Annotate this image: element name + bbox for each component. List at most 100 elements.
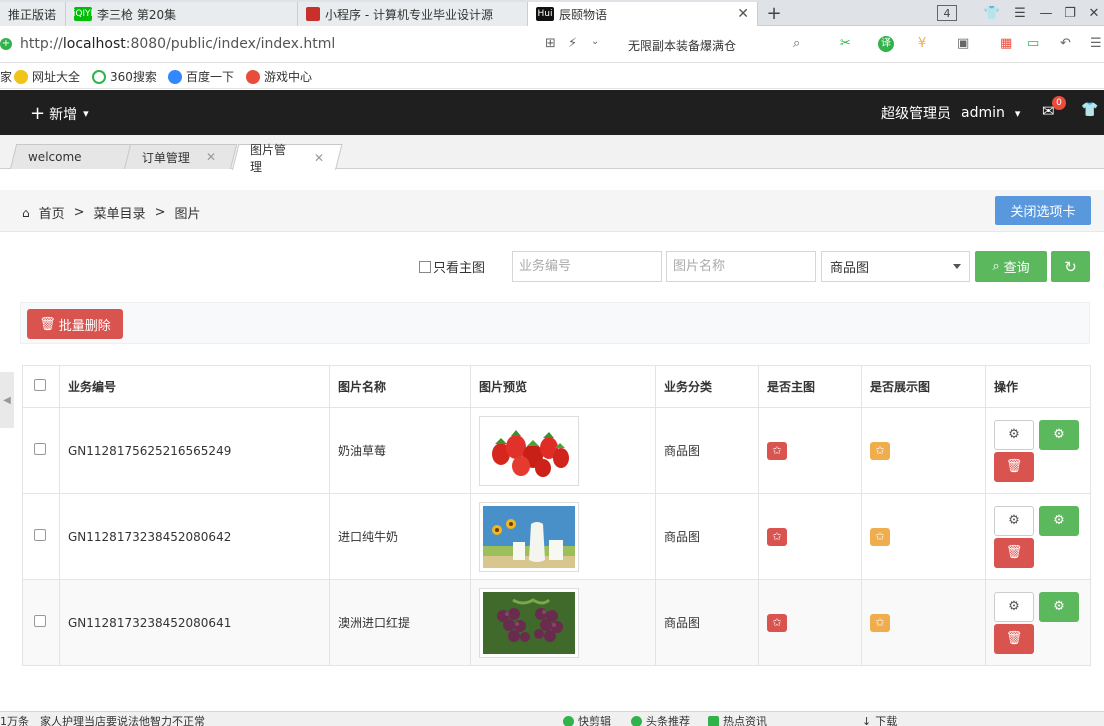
browser-status-bar: 1万条 家人护理当店要说法他智力不正常 快剪辑 头条推荐 热点资讯 ↓ 下载 [0, 711, 1104, 726]
delete-button[interactable]: 🗑 [994, 537, 1034, 568]
strawberry-thumbnail[interactable] [479, 415, 579, 486]
bulk-delete-button[interactable]: 🗑 批量删除 [27, 309, 123, 339]
browser-tab-3[interactable]: 小程序 - 计算机专业毕业设计源 [298, 2, 528, 26]
delete-button[interactable]: 🗑 [994, 451, 1034, 482]
url-field[interactable]: http://localhost:8080/public/index/index… [20, 36, 335, 52]
top-nav: + 新增 ▾ 超级管理员 admin ▾ ✉ 👕 [0, 90, 1104, 135]
window-close-icon[interactable]: ✕ [1084, 3, 1104, 23]
config-button[interactable]: ⚙ [1039, 505, 1079, 536]
bookmark-label: 360搜索 [110, 70, 157, 84]
search-icon[interactable]: ⌕ [793, 36, 800, 51]
search-button[interactable]: ⌕ 查询 [975, 251, 1047, 282]
theme-icon[interactable]: 👕 [1081, 102, 1098, 118]
search-icon: ⌕ [992, 259, 1000, 274]
grape-thumbnail[interactable] [479, 587, 579, 658]
status-hot-news[interactable]: 热点资讯 [708, 713, 767, 726]
translate-icon[interactable]: 译 [878, 36, 894, 52]
settings-button[interactable]: ⚙ [994, 505, 1034, 536]
user-role: 超级管理员 [881, 106, 951, 122]
strawberry-image [483, 419, 575, 482]
status-headlines[interactable]: 头条推荐 [631, 713, 690, 726]
close-icon[interactable]: ✕ [314, 151, 324, 165]
scissors-icon[interactable]: ✂ [840, 36, 851, 51]
header-category[interactable]: 业务分类 [655, 365, 759, 408]
undo-icon[interactable]: ↶ [1060, 36, 1071, 51]
close-tabs-button[interactable]: 关闭选项卡 [995, 196, 1091, 225]
breadcrumb-current: 图片 [174, 207, 201, 222]
bookmark-home[interactable]: 家 [0, 68, 12, 85]
close-tab-icon[interactable]: ✕ [737, 6, 749, 22]
bookmark-url-nav[interactable]: 网址大全 [14, 68, 80, 85]
status-download[interactable]: ↓ 下载 [862, 713, 897, 726]
star-icon[interactable]: ✩ [767, 527, 787, 546]
apps-icon[interactable]: ▦ [1000, 36, 1012, 51]
star-icon[interactable]: ✩ [767, 441, 787, 460]
caret-down-icon [953, 264, 961, 269]
chevron-down-icon[interactable]: ⌄ [591, 36, 599, 47]
star-icon[interactable]: ✩ [767, 613, 787, 632]
delete-button[interactable]: 🗑 [994, 623, 1034, 654]
table-row: GN1128173238452080641 澳洲进口红提 商品图 ✩ ✩ ⚙ ⚙… [22, 579, 1091, 666]
bookmark-baidu[interactable]: 百度一下 [168, 68, 234, 85]
category-select[interactable]: 商品图 [821, 251, 970, 282]
star-icon[interactable]: ✩ [870, 527, 890, 546]
mail-count-badge: 0 [1052, 96, 1066, 110]
user-menu[interactable]: 超级管理员 admin ▾ [881, 103, 1020, 123]
status-quick-edit[interactable]: 快剪辑 [563, 713, 611, 726]
battery-icon[interactable]: ▭ [1027, 36, 1039, 51]
cell-pic-name: 进口纯牛奶 [329, 493, 471, 580]
checkbox[interactable] [419, 260, 431, 273]
sidebar-toggle[interactable]: ◀ [0, 372, 14, 428]
biz-no-input[interactable] [512, 251, 662, 282]
settings-button[interactable]: ⚙ [994, 419, 1034, 450]
header-is-display[interactable]: 是否展示图 [861, 365, 986, 408]
close-icon[interactable]: ✕ [206, 150, 216, 164]
header-actions: 操作 [985, 365, 1091, 408]
new-tab-icon[interactable]: + [765, 3, 783, 24]
browser-tab-1[interactable]: 推正版诺 [0, 2, 66, 26]
add-site-icon[interactable]: + [0, 38, 12, 50]
settings-button[interactable]: ⚙ [994, 591, 1034, 622]
grid-icon[interactable]: ⊞ [545, 36, 556, 51]
row-checkbox[interactable] [34, 615, 46, 627]
header-is-main[interactable]: 是否主图 [758, 365, 862, 408]
select-all-checkbox[interactable] [34, 379, 46, 391]
promo-text[interactable]: 无限副本装备爆满仓 [628, 37, 736, 54]
config-button[interactable]: ⚙ [1039, 419, 1079, 450]
star-icon[interactable]: ✩ [870, 441, 890, 460]
shirt-icon[interactable]: 👕 [982, 3, 1002, 23]
breadcrumb-menu[interactable]: 菜单目录 [94, 203, 146, 222]
browser-tab-2[interactable]: iQIYI 李三枪 第20集 [66, 2, 298, 26]
breadcrumb-bar: ⌂ 首页 > 菜单目录 > 图片 [0, 190, 1104, 232]
more-icon[interactable]: ☰ [1090, 36, 1102, 51]
bookmark-games[interactable]: 游戏中心 [246, 68, 312, 85]
tab-image-management[interactable]: 图片管理 ✕ [232, 143, 343, 174]
refresh-button[interactable]: ↻ [1051, 251, 1090, 282]
star-icon[interactable]: ✩ [870, 613, 890, 632]
tab-count[interactable]: 4 [937, 5, 957, 21]
row-checkbox[interactable] [34, 443, 46, 455]
image-icon[interactable]: ▣ [957, 36, 969, 51]
menu-icon[interactable]: ☰ [1010, 3, 1030, 23]
header-pic-name[interactable]: 图片名称 [329, 365, 471, 408]
minimize-icon[interactable]: — [1036, 3, 1056, 23]
tab-welcome[interactable]: welcome [10, 144, 132, 169]
milk-thumbnail[interactable] [479, 501, 579, 572]
tab-order-management[interactable]: 订单管理 ✕ [124, 144, 238, 169]
trash-icon: 🗑 [1005, 459, 1023, 474]
config-button[interactable]: ⚙ [1039, 591, 1079, 622]
coin-icon[interactable]: ¥ [918, 36, 926, 51]
pic-name-input[interactable] [666, 251, 816, 282]
add-menu[interactable]: + 新增 ▾ [30, 103, 89, 124]
breadcrumb-home[interactable]: 首页 [39, 203, 65, 222]
header-biz-no[interactable]: 业务编号 [59, 365, 330, 408]
page-tabs: welcome 订单管理 ✕ 图片管理 ✕ [0, 135, 1104, 174]
only-main-checkbox[interactable]: 只看主图 [419, 257, 485, 276]
browser-tab-4[interactable]: Hui 辰颐物语 ✕ [528, 2, 758, 26]
status-count: 1万条 [0, 715, 29, 726]
bookmark-360[interactable]: 360搜索 [92, 68, 157, 85]
restore-icon[interactable]: ❐ [1060, 3, 1080, 23]
status-news[interactable]: 家人护理当店要说法他智力不正常 [40, 713, 205, 726]
lightning-icon[interactable]: ⚡ [568, 36, 577, 51]
row-checkbox[interactable] [34, 529, 46, 541]
